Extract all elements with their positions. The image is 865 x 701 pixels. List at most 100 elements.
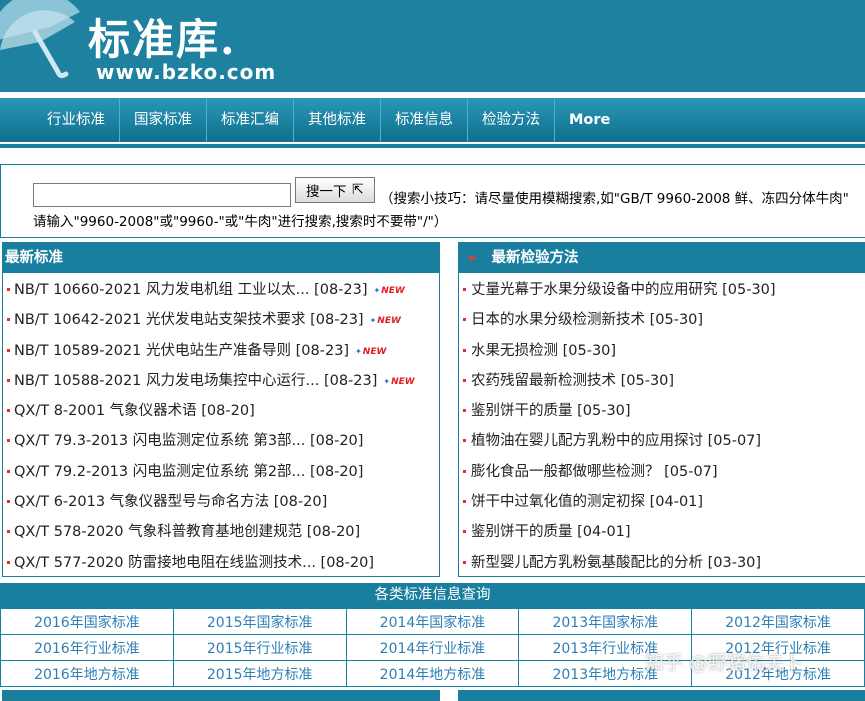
- nav-item-industry-standards[interactable]: 行业标准: [33, 98, 120, 142]
- method-list-item[interactable]: 膨化食品一般都做哪些检测？ [05-07]: [459, 457, 865, 487]
- search-tips-line1: （搜索小技巧：请尽量使用模糊搜索,如"GB/T 9960-2008 鲜、冻四分体…: [380, 191, 849, 207]
- sparkle-icon: ✦: [369, 316, 377, 326]
- method-list-item[interactable]: 新型婴儿配方乳粉氨基酸配比的分析 [03-30]: [459, 548, 865, 578]
- method-list-item[interactable]: 鉴别饼干的质量 [04-01]: [459, 517, 865, 547]
- method-link[interactable]: 新型婴儿配方乳粉氨基酸配比的分析 [03-30]: [471, 555, 761, 571]
- category-link[interactable]: 2013年国家标准: [518, 608, 693, 635]
- latest-methods-header: ► 最新检验方法: [459, 243, 865, 273]
- search-input[interactable]: [33, 183, 291, 207]
- nav-item-standard-info[interactable]: 标准信息: [381, 98, 468, 142]
- category-link[interactable]: 2015年国家标准: [172, 608, 347, 635]
- new-badge-label: NEW: [391, 376, 415, 387]
- standard-link[interactable]: QX/T 79.2-2013 闪电监测定位系统 第2部... [08-20]: [14, 464, 363, 480]
- standard-list-item[interactable]: QX/T 79.2-2013 闪电监测定位系统 第2部... [08-20]: [3, 457, 439, 487]
- method-link[interactable]: 农药残留最新检测技术 [05-30]: [471, 373, 674, 389]
- category-query-title: 各类标准信息查询: [0, 583, 865, 608]
- method-link[interactable]: 鉴别饼干的质量 [04-01]: [471, 524, 631, 540]
- method-link[interactable]: 植物油在婴儿配方乳粉中的应用探讨 [05-07]: [471, 433, 761, 449]
- standard-link[interactable]: QX/T 6-2013 气象仪器型号与命名方法 [08-20]: [14, 494, 327, 510]
- standard-link[interactable]: NB/T 10589-2021 光伏电站生产准备导则 [08-23]: [14, 343, 349, 359]
- nav-item-more[interactable]: More: [555, 98, 624, 142]
- standard-list-item[interactable]: QX/T 6-2013 气象仪器型号与命名方法 [08-20]: [3, 487, 439, 517]
- method-list-item[interactable]: 水果无损检测 [05-30]: [459, 336, 865, 366]
- nav-divider: [0, 144, 865, 148]
- site-logo-url[interactable]: www.bzko.com: [96, 60, 276, 84]
- umbrella-logo-icon: [0, 0, 80, 79]
- standard-link[interactable]: NB/T 10642-2021 光伏发电站支架技术要求 [08-23]: [14, 312, 364, 328]
- standard-list-item[interactable]: QX/T 577-2020 防雷接地电阻在线监测技术... [08-20]: [3, 548, 439, 578]
- latest-methods-panel: ► 最新检验方法 丈量光幕于水果分级设备中的应用研究 [05-30] 日本的水果分级…: [458, 242, 865, 577]
- method-link[interactable]: 饼干中过氧化值的测定初探 [04-01]: [471, 494, 703, 510]
- nav-item-national-standards[interactable]: 国家标准: [120, 98, 207, 142]
- bullet-icon: [7, 469, 10, 473]
- category-link[interactable]: 2014年行业标准: [345, 634, 520, 661]
- bullet-icon: [7, 288, 10, 291]
- pointer-cursor-icon: ⇱: [352, 182, 364, 198]
- bullet-icon: [463, 560, 466, 564]
- new-badge-label: NEW: [381, 286, 405, 296]
- standard-list-item[interactable]: NB/T 10588-2021 风力发电场集控中心运行... [08-23] ✦N…: [3, 366, 439, 396]
- new-badge-icon: ✦NEW: [374, 276, 405, 306]
- bullet-icon: [7, 560, 10, 564]
- standard-link[interactable]: QX/T 8-2001 气象仪器术语 [08-20]: [14, 403, 255, 419]
- method-link[interactable]: 鉴别饼干的质量 [05-30]: [471, 403, 631, 419]
- bullet-icon: [463, 348, 466, 352]
- new-badge-icon: ✦NEW: [355, 337, 386, 367]
- nav-item-other-standards[interactable]: 其他标准: [294, 98, 381, 142]
- standard-link[interactable]: NB/T 10588-2021 风力发电场集控中心运行... [08-23]: [14, 373, 377, 389]
- standard-list-item[interactable]: QX/T 8-2001 气象仪器术语 [08-20]: [3, 396, 439, 426]
- search-section: 搜一下 ⇱ （搜索小技巧：请尽量使用模糊搜索,如"GB/T 9960-2008 …: [0, 164, 865, 238]
- site-header: 标准库. www.bzko.com: [0, 0, 865, 92]
- main-nav: 行业标准 国家标准 标准汇编 其他标准 标准信息 检验方法 More: [0, 98, 865, 142]
- standard-list-item[interactable]: QX/T 79.3-2013 闪电监测定位系统 第3部... [08-20]: [3, 426, 439, 456]
- standard-link[interactable]: QX/T 79.3-2013 闪电监测定位系统 第3部... [08-20]: [14, 433, 363, 449]
- bullet-icon: [463, 469, 466, 473]
- method-list-item[interactable]: 鉴别饼干的质量 [05-30]: [459, 396, 865, 426]
- new-badge-icon: ✦NEW: [383, 367, 414, 397]
- bullet-icon: [7, 500, 10, 504]
- bullet-icon: [7, 409, 10, 413]
- nav-item-test-methods[interactable]: 检验方法: [468, 98, 555, 142]
- category-row: 2016年国家标准 2015年国家标准 2014年国家标准 2013年国家标准 2012…: [0, 608, 865, 635]
- category-link[interactable]: 2016年行业标准: [0, 634, 174, 661]
- standard-link[interactable]: QX/T 578-2020 气象科普教育基地创建规范 [08-20]: [14, 524, 360, 540]
- category-link[interactable]: 2012年国家标准: [691, 608, 865, 635]
- latest-standards-list: NB/T 10660-2021 风力发电机组 工业以太... [08-23] ✦N…: [3, 273, 439, 578]
- next-left-panel-header: [2, 690, 440, 701]
- method-list-item[interactable]: 日本的水果分级检测新技术 [05-30]: [459, 305, 865, 335]
- sparkle-icon: ✦: [373, 286, 381, 295]
- category-link[interactable]: 2014年国家标准: [345, 608, 520, 635]
- method-list-item[interactable]: 植物油在婴儿配方乳粉中的应用探讨 [05-07]: [459, 426, 865, 456]
- method-link[interactable]: 膨化食品一般都做哪些检测？ [05-07]: [471, 464, 718, 480]
- search-button-label: 搜一下: [306, 184, 347, 200]
- search-button[interactable]: 搜一下 ⇱: [295, 177, 375, 203]
- method-list-item[interactable]: 饼干中过氧化值的测定初探 [04-01]: [459, 487, 865, 517]
- category-link[interactable]: 2015年地方标准: [172, 660, 347, 687]
- latest-methods-title: 最新检验方法: [491, 250, 579, 266]
- site-logo-title[interactable]: 标准库.: [88, 6, 237, 67]
- method-list-item[interactable]: 丈量光幕于水果分级设备中的应用研究 [05-30]: [459, 275, 865, 305]
- bullet-icon: [463, 318, 466, 322]
- category-link[interactable]: 2015年行业标准: [172, 634, 347, 661]
- bullet-icon: [463, 378, 466, 382]
- new-badge-label: NEW: [362, 346, 387, 357]
- method-list-item[interactable]: 农药残留最新检测技术 [05-30]: [459, 366, 865, 396]
- standard-list-item[interactable]: NB/T 10642-2021 光伏发电站支架技术要求 [08-23] ✦NEW: [3, 305, 439, 335]
- method-link[interactable]: 日本的水果分级检测新技术 [05-30]: [471, 312, 703, 328]
- nav-wrapper: 行业标准 国家标准 标准汇编 其他标准 标准信息 检验方法 More: [0, 92, 865, 155]
- standard-link[interactable]: NB/T 10660-2021 风力发电机组 工业以太... [08-23]: [14, 282, 368, 298]
- standard-list-item[interactable]: NB/T 10589-2021 光伏电站生产准备导则 [08-23] ✦NEW: [3, 336, 439, 366]
- bullet-icon: [7, 530, 10, 534]
- method-link[interactable]: 丈量光幕于水果分级设备中的应用研究 [05-30]: [471, 282, 776, 298]
- standard-link[interactable]: QX/T 577-2020 防雷接地电阻在线监测技术... [08-20]: [14, 555, 374, 571]
- nav-item-standard-compilation[interactable]: 标准汇编: [207, 98, 294, 142]
- category-link[interactable]: 2014年地方标准: [345, 660, 520, 687]
- bullet-icon: [463, 439, 466, 443]
- bullet-icon: [463, 500, 466, 504]
- method-link[interactable]: 水果无损检测 [05-30]: [471, 343, 616, 359]
- standard-list-item[interactable]: NB/T 10660-2021 风力发电机组 工业以太... [08-23] ✦N…: [3, 275, 439, 305]
- category-link[interactable]: 2016年地方标准: [0, 660, 174, 687]
- standard-list-item[interactable]: QX/T 578-2020 气象科普教育基地创建规范 [08-20]: [3, 517, 439, 547]
- bullet-icon: [463, 288, 466, 291]
- category-link[interactable]: 2016年国家标准: [0, 608, 174, 635]
